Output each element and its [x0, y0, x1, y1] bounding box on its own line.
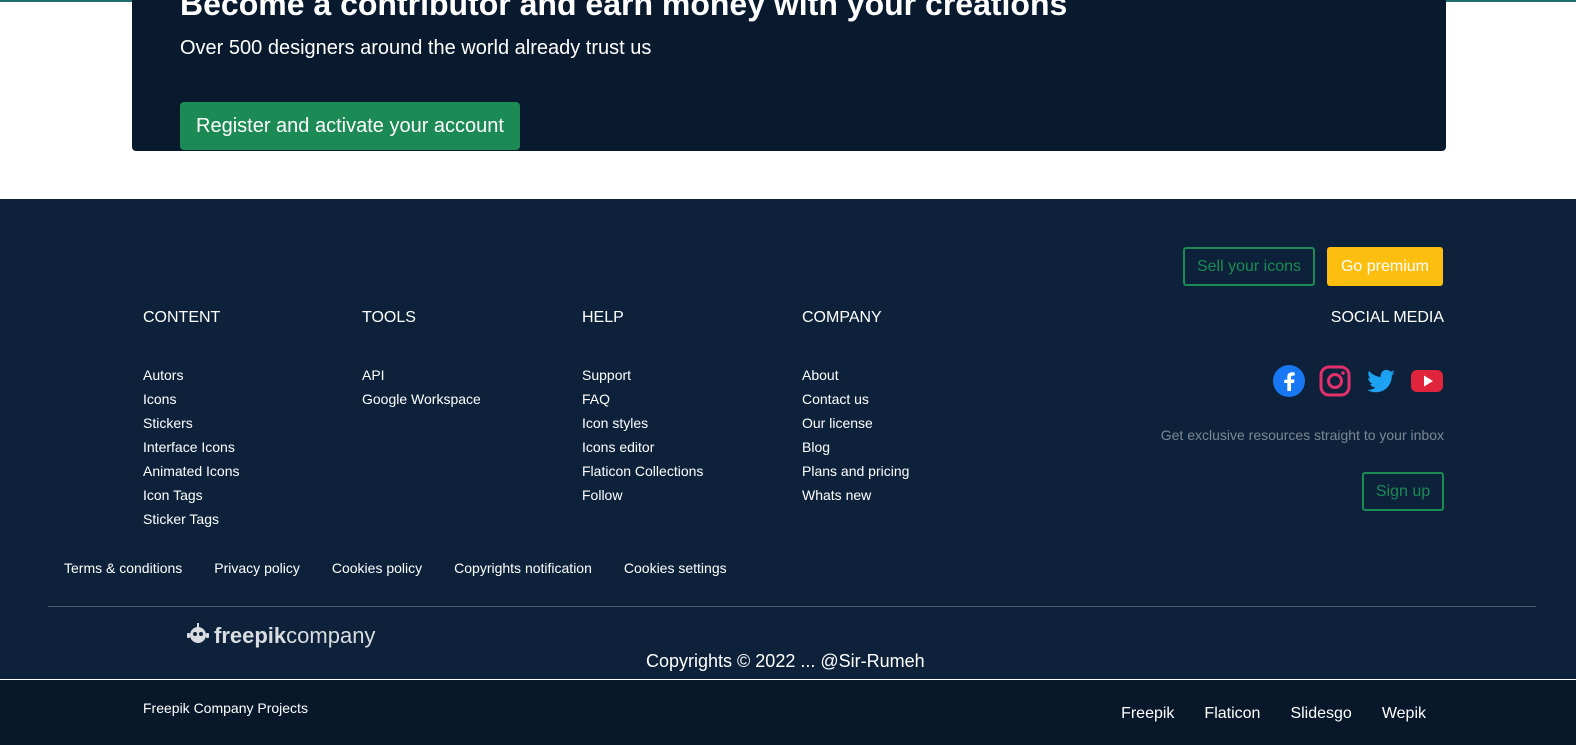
- register-button[interactable]: Register and activate your account: [180, 102, 520, 150]
- freepik-robot-icon: [186, 621, 210, 651]
- footer-link[interactable]: Icons editor: [582, 435, 703, 459]
- social-media-title: SOCIAL MEDIA: [1330, 309, 1444, 326]
- banner-title: Become a contributor and earn money with…: [180, 0, 1068, 22]
- footer-link[interactable]: Icon Tags: [143, 483, 240, 507]
- legal-link-terms[interactable]: Terms & conditions: [64, 560, 182, 576]
- brand-name-light: company: [286, 623, 376, 648]
- sell-icons-button[interactable]: Sell your icons: [1183, 247, 1315, 286]
- freepik-company-logo[interactable]: freepikcompany: [186, 621, 375, 651]
- footer-divider: [48, 606, 1536, 607]
- column-title: TOOLS: [362, 309, 416, 326]
- projects-bar: Freepik Company Projects Freepik Flatico…: [0, 680, 1576, 745]
- footer-link[interactable]: API: [362, 363, 481, 387]
- footer-link[interactable]: FAQ: [582, 387, 703, 411]
- footer-link[interactable]: Support: [582, 363, 703, 387]
- site-footer: Sell your icons Go premium CONTENT Autor…: [0, 199, 1576, 679]
- footer-column-company: COMPANY About Contact us Our license Blo…: [802, 309, 909, 507]
- column-title: HELP: [582, 309, 624, 326]
- footer-link[interactable]: Icons: [143, 387, 240, 411]
- facebook-icon[interactable]: [1272, 364, 1306, 398]
- footer-link[interactable]: Our license: [802, 411, 909, 435]
- project-link-slidesgo[interactable]: Slidesgo: [1290, 705, 1351, 723]
- legal-link-cookies-settings[interactable]: Cookies settings: [624, 560, 727, 576]
- projects-label: Freepik Company Projects: [143, 700, 308, 716]
- legal-link-cookies-policy[interactable]: Cookies policy: [332, 560, 422, 576]
- legal-link-privacy[interactable]: Privacy policy: [214, 560, 300, 576]
- footer-column-tools: TOOLS API Google Workspace: [362, 309, 481, 411]
- footer-link[interactable]: Contact us: [802, 387, 909, 411]
- project-link-freepik[interactable]: Freepik: [1121, 705, 1174, 723]
- projects-links: Freepik Flaticon Slidesgo Wepik: [1121, 705, 1426, 723]
- legal-link-copyrights[interactable]: Copyrights notification: [454, 560, 592, 576]
- column-title: COMPANY: [802, 309, 882, 326]
- footer-link[interactable]: Icon styles: [582, 411, 703, 435]
- footer-link[interactable]: Interface Icons: [143, 435, 240, 459]
- youtube-icon[interactable]: [1410, 364, 1444, 398]
- footer-link[interactable]: Animated Icons: [143, 459, 240, 483]
- go-premium-button[interactable]: Go premium: [1327, 247, 1443, 286]
- footer-link[interactable]: About: [802, 363, 909, 387]
- footer-column-help: HELP Support FAQ Icon styles Icons edito…: [582, 309, 703, 507]
- footer-link[interactable]: Plans and pricing: [802, 459, 909, 483]
- contributor-banner: Become a contributor and earn money with…: [132, 0, 1446, 151]
- banner-subtitle: Over 500 designers around the world alre…: [180, 37, 652, 59]
- footer-link[interactable]: Google Workspace: [362, 387, 481, 411]
- newsletter-text: Get exclusive resources straight to your…: [1160, 427, 1444, 443]
- footer-link[interactable]: Sticker Tags: [143, 507, 240, 531]
- sign-up-button[interactable]: Sign up: [1362, 472, 1444, 511]
- twitter-icon[interactable]: [1364, 364, 1398, 398]
- brand-name-strong: freepik: [214, 623, 287, 648]
- footer-link[interactable]: Blog: [802, 435, 909, 459]
- social-icons: [1272, 364, 1444, 398]
- project-link-flaticon[interactable]: Flaticon: [1204, 705, 1260, 723]
- footer-link[interactable]: Whats new: [802, 483, 909, 507]
- footer-link[interactable]: Stickers: [143, 411, 240, 435]
- instagram-icon[interactable]: [1318, 364, 1352, 398]
- footer-link[interactable]: Flaticon Collections: [582, 459, 703, 483]
- footer-link[interactable]: Follow: [582, 483, 703, 507]
- footer-link[interactable]: Autors: [143, 363, 240, 387]
- legal-links: Terms & conditions Privacy policy Cookie…: [64, 560, 727, 576]
- footer-column-content: CONTENT Autors Icons Stickers Interface …: [143, 309, 240, 531]
- project-link-wepik[interactable]: Wepik: [1382, 705, 1426, 723]
- column-title: CONTENT: [143, 309, 221, 326]
- copyright-text: Copyrights © 2022 ... @Sir-Rumeh: [646, 651, 925, 671]
